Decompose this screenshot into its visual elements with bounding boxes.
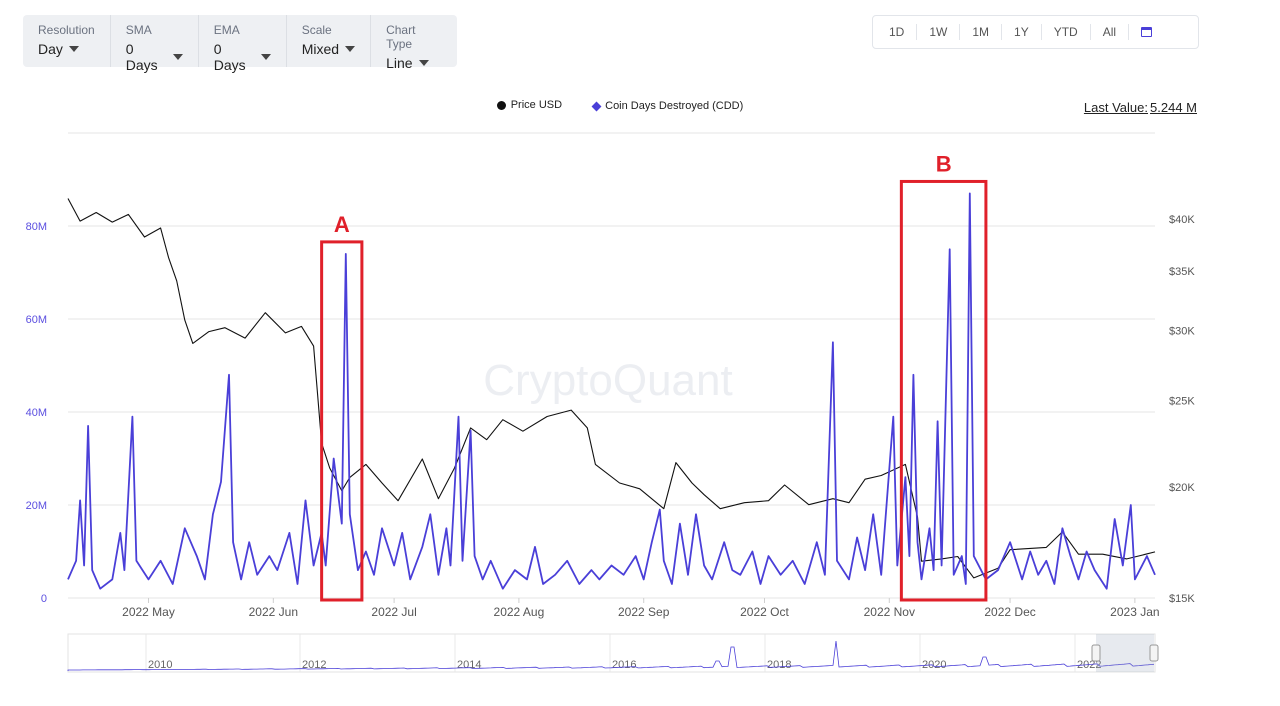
x-tick-label: 2023 Jan xyxy=(1110,605,1159,619)
navigator-tick-label: 2018 xyxy=(767,659,791,671)
y-right-tick-label: $40K xyxy=(1169,214,1195,226)
x-tick-label: 2022 Aug xyxy=(494,605,545,619)
navigator-tick-label: 2014 xyxy=(457,659,481,671)
navigator-tick-label: 2016 xyxy=(612,659,636,671)
watermark: CryptoQuant xyxy=(483,356,732,405)
x-tick-label: 2022 Jun xyxy=(249,605,298,619)
y-right-tick-label: $20K xyxy=(1169,482,1195,494)
y-right-tick-label: $35K xyxy=(1169,266,1195,278)
y-left-tick-label: 40M xyxy=(26,407,47,419)
y-left-tick-label: 60M xyxy=(26,314,47,326)
x-tick-label: 2022 May xyxy=(122,605,175,619)
navigator-left-handle[interactable] xyxy=(1091,644,1101,662)
annotation-label-b: B xyxy=(936,151,952,176)
x-tick-label: 2022 Nov xyxy=(864,605,915,619)
y-left-tick-label: 20M xyxy=(26,500,47,512)
y-right-tick-label: $15K xyxy=(1169,593,1195,605)
chart-canvas: CryptoQuant 0 20M 40M 60M 80M $15K $20K $25K $30… xyxy=(26,132,1195,673)
x-tick-label: 2022 Oct xyxy=(740,605,789,619)
x-tick-label: 2022 Dec xyxy=(984,605,1035,619)
annotation-label-a: A xyxy=(334,212,350,237)
y-left-tick-label: 0 xyxy=(41,593,47,605)
navigator-right-handle[interactable] xyxy=(1149,644,1159,662)
y-right-tick-label: $30K xyxy=(1169,325,1195,337)
y-left-tick-label: 80M xyxy=(26,221,47,233)
navigator-window xyxy=(1096,634,1154,672)
x-tick-label: 2022 Jul xyxy=(371,605,416,619)
x-tick-label: 2022 Sep xyxy=(618,605,670,619)
y-right-tick-label: $25K xyxy=(1169,396,1195,408)
